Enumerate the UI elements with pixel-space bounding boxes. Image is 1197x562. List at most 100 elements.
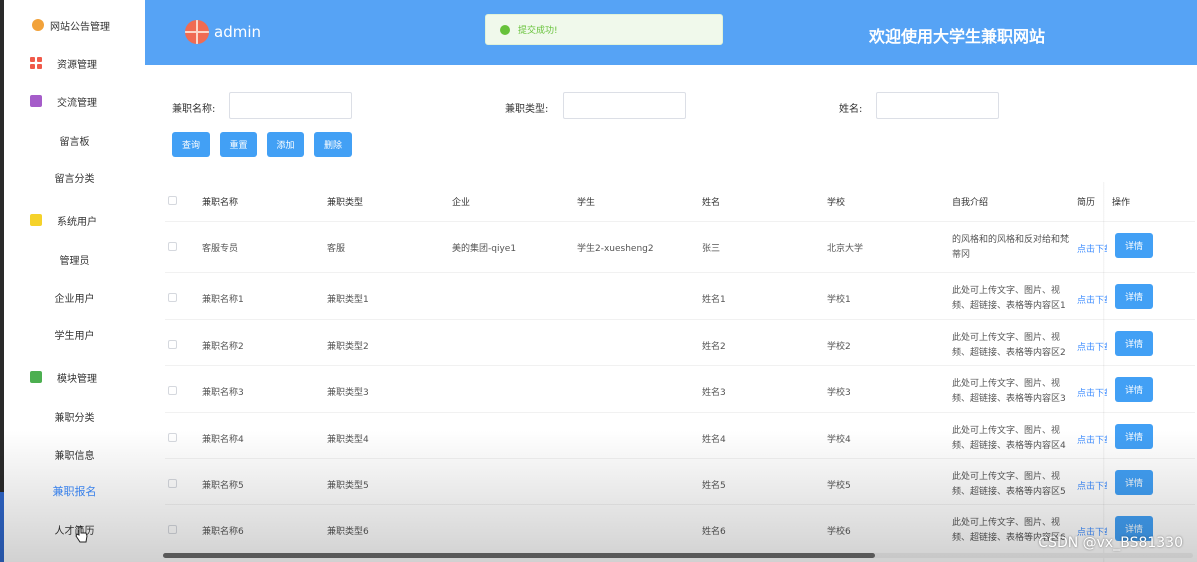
job-type-input[interactable] <box>563 92 686 119</box>
table-cell-person: 姓名3 <box>702 388 726 398</box>
sidebar-item-job-info[interactable]: 兼职信息 <box>4 435 145 473</box>
table-cell-person: 姓名4 <box>702 435 726 445</box>
sidebar-item-communication[interactable]: 交流管理 <box>4 82 145 120</box>
sidebar-item-announcements[interactable]: 网站公告管理 <box>4 6 145 44</box>
sidebar-item-system-users[interactable]: 系统用户 <box>4 201 145 239</box>
table-cell-type: 兼职类型6 <box>327 527 369 537</box>
detail-button[interactable]: 详情 <box>1115 233 1153 258</box>
row-divider <box>165 504 1195 505</box>
reset-button[interactable]: 重置 <box>220 132 257 157</box>
sidebar-item-job-category[interactable]: 兼职分类 <box>4 397 145 435</box>
row-divider <box>165 458 1195 459</box>
sidebar-item-job-applications[interactable]: 兼职报名 <box>4 472 145 510</box>
table-cell-intro: 此处可上传文字、图片、视频、超链接、表格等内容区3 <box>952 379 1066 404</box>
sidebar-item-message-board[interactable]: 留言板 <box>4 121 145 159</box>
chat-icon <box>30 371 42 383</box>
column-header: 兼职名称 <box>202 198 239 208</box>
table-cell-school: 学校4 <box>827 435 851 445</box>
hand-cursor-icon <box>75 526 88 543</box>
column-header: 企业 <box>452 198 471 208</box>
sidebar-item-label: 留言板 <box>59 136 90 148</box>
sidebar-item-label: 兼职分类 <box>54 412 95 424</box>
job-name-input[interactable] <box>229 92 352 119</box>
column-header: 操作 <box>1112 198 1131 208</box>
row-divider <box>165 319 1195 320</box>
table-cell-school: 学校3 <box>827 388 851 398</box>
horizontal-scrollbar-thumb[interactable] <box>163 553 875 558</box>
fixed-column-shadow <box>1103 182 1105 562</box>
row-divider <box>165 272 1195 273</box>
sidebar-item-label: 企业用户 <box>54 293 95 305</box>
table-cell-name: 兼职名称1 <box>202 295 244 305</box>
table-cell-type: 兼职类型3 <box>327 388 369 398</box>
sidebar-item-label: 兼职信息 <box>54 450 95 462</box>
table-cell-student: 学生2-xuesheng2 <box>577 244 654 254</box>
sidebar-item-modules[interactable]: 模块管理 <box>4 358 145 396</box>
user-name[interactable]: admin <box>214 23 261 41</box>
table-cell-school: 学校5 <box>827 481 851 491</box>
table-cell-intro: 此处可上传文字、图片、视频、超链接、表格等内容区5 <box>952 472 1066 497</box>
row-divider <box>165 221 1195 222</box>
hexagon-icon <box>30 214 42 226</box>
table-cell-school: 北京大学 <box>827 244 864 254</box>
row-divider <box>165 412 1195 413</box>
table-cell-school: 学校2 <box>827 342 851 352</box>
column-header: 学生 <box>577 198 596 208</box>
table-cell-company: 美的集团-qiye1 <box>452 244 517 254</box>
sidebar-item-resources[interactable]: 资源管理 <box>4 44 145 82</box>
sidebar-item-label: 模块管理 <box>57 373 97 385</box>
detail-button[interactable]: 详情 <box>1115 331 1153 356</box>
sidebar-item-admins[interactable]: 管理员 <box>4 240 145 278</box>
table-cell-intro: 此处可上传文字、图片、视频、超链接、表格等内容区2 <box>952 333 1066 358</box>
job-type-label: 兼职类型: <box>505 104 549 115</box>
table-cell-person: 姓名5 <box>702 481 726 491</box>
table-cell-type: 客服 <box>327 244 346 254</box>
site-title: 欢迎使用大学生兼职网站 <box>868 27 1045 46</box>
job-name-label: 兼职名称: <box>172 104 216 115</box>
person-name-input[interactable] <box>876 92 999 119</box>
table-cell-type: 兼职类型1 <box>327 295 369 305</box>
row-checkbox[interactable] <box>168 386 177 395</box>
sidebar-item-label: 留言分类 <box>54 173 95 185</box>
row-checkbox[interactable] <box>168 242 177 251</box>
top-header: admin 提交成功! 欢迎使用大学生兼职网站 <box>145 0 1197 65</box>
success-check-icon <box>500 24 510 35</box>
select-all-checkbox[interactable] <box>168 196 177 205</box>
detail-button[interactable]: 详情 <box>1115 470 1153 495</box>
sidebar-item-label: 学生用户 <box>54 330 95 342</box>
sidebar: 网站公告管理 资源管理 交流管理 留言板 留言分类 系统用户 管理员 企业用户 … <box>4 0 145 562</box>
table-cell-person: 姓名1 <box>702 295 726 305</box>
person-name-label: 姓名: <box>839 104 863 115</box>
table-cell-person: 张三 <box>702 244 721 254</box>
row-checkbox[interactable] <box>168 479 177 488</box>
row-checkbox[interactable] <box>168 340 177 349</box>
query-button[interactable]: 查询 <box>172 132 210 157</box>
table-cell-intro: 此处可上传文字、图片、视频、超链接、表格等内容区1 <box>952 286 1066 311</box>
table-cell-type: 兼职类型2 <box>327 342 369 352</box>
row-checkbox[interactable] <box>168 525 177 534</box>
table-cell-school: 学校6 <box>827 527 851 537</box>
table-cell-name: 兼职名称2 <box>202 342 244 352</box>
table-cell-type: 兼职类型5 <box>327 481 369 491</box>
detail-button[interactable]: 详情 <box>1115 284 1153 309</box>
row-checkbox[interactable] <box>168 433 177 442</box>
table-cell-name: 兼职名称5 <box>202 481 244 491</box>
sidebar-item-enterprise-users[interactable]: 企业用户 <box>4 278 145 316</box>
table-cell-name: 兼职名称6 <box>202 527 244 537</box>
avatar[interactable] <box>185 20 209 44</box>
sidebar-item-label: 网站公告管理 <box>50 21 110 33</box>
detail-button[interactable]: 详情 <box>1115 424 1153 449</box>
sidebar-item-label: 兼职报名 <box>52 485 97 498</box>
sidebar-item-message-category[interactable]: 留言分类 <box>4 158 145 196</box>
add-button[interactable]: 添加 <box>267 132 304 157</box>
delete-button[interactable]: 删除 <box>314 132 352 157</box>
row-checkbox[interactable] <box>168 293 177 302</box>
toast-message: 提交成功! <box>518 26 558 36</box>
sidebar-item-label: 系统用户 <box>57 216 97 228</box>
sidebar-item-student-users[interactable]: 学生用户 <box>4 315 145 353</box>
success-toast: 提交成功! <box>485 14 723 45</box>
sidebar-item-label: 资源管理 <box>57 59 97 71</box>
detail-button[interactable]: 详情 <box>1115 377 1153 402</box>
table-cell-name: 兼职名称3 <box>202 388 244 398</box>
table-cell-person: 姓名2 <box>702 342 726 352</box>
